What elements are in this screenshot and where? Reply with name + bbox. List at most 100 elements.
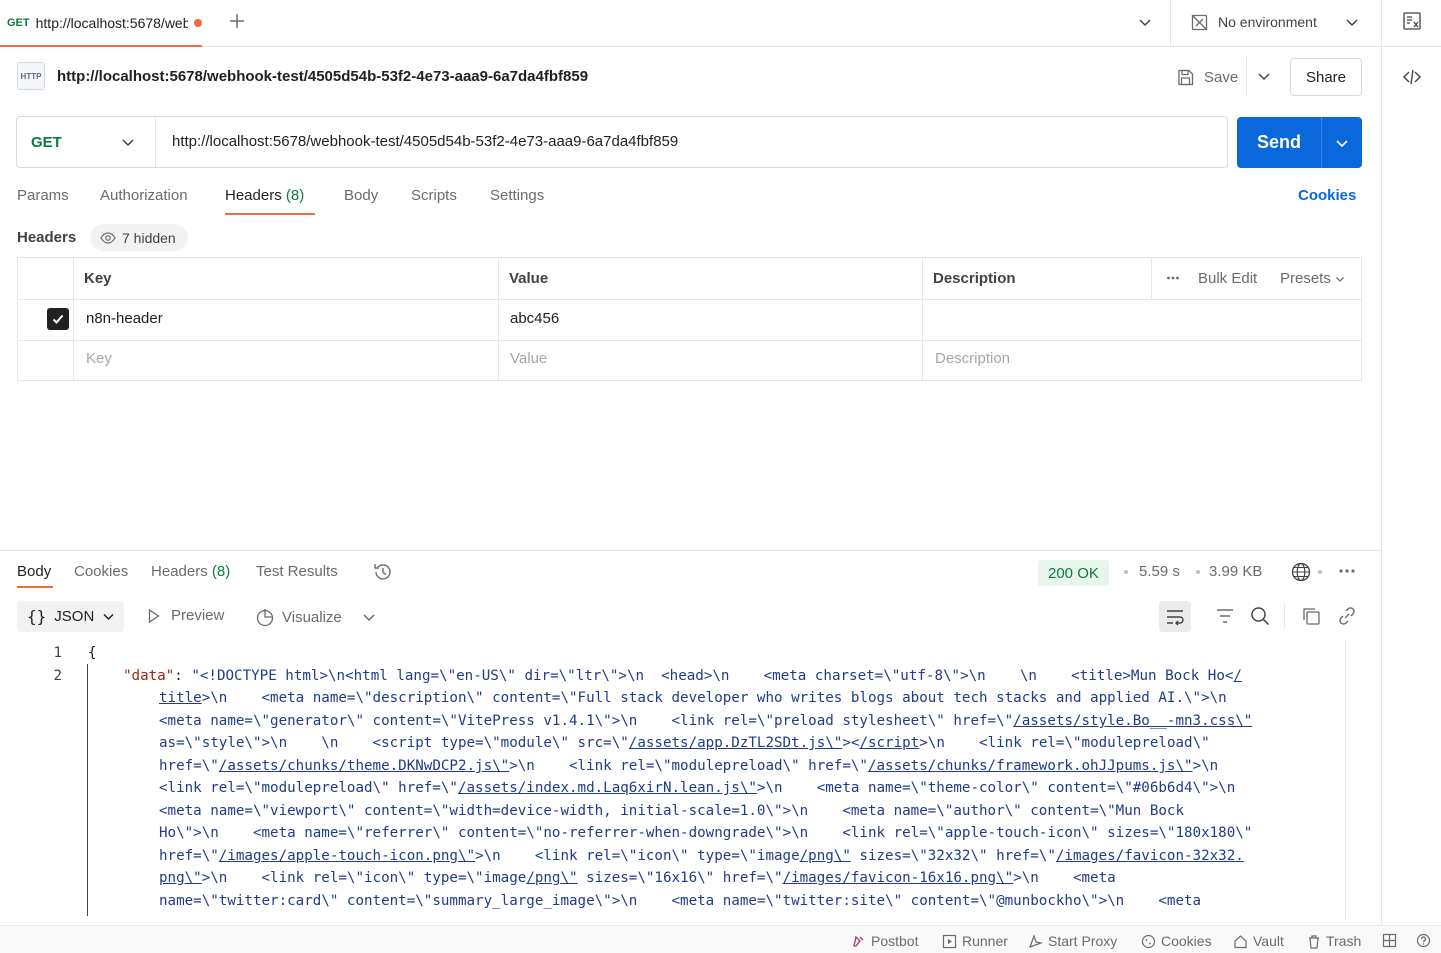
hidden-headers-toggle[interactable]: 7 hidden [90, 224, 188, 251]
runner-button[interactable]: Runner [942, 933, 1008, 949]
preview-button[interactable]: Preview [147, 607, 224, 624]
visualize-options-chevron-icon[interactable] [362, 610, 376, 624]
tab-headers[interactable]: Headers (8) [225, 187, 304, 204]
json-link[interactable]: title [159, 690, 202, 706]
column-header-description: Description [933, 270, 1016, 287]
tab-headers-label: Headers [225, 187, 282, 204]
json-link[interactable]: /images/favicon-16x16.png\" [783, 870, 1014, 886]
column-divider [922, 258, 923, 380]
save-button[interactable]: Save [1176, 66, 1238, 88]
json-link[interactable]: /png\" [526, 870, 577, 886]
code-line: <link rel=\"modulepreload\" href=\"/asse… [159, 780, 1235, 796]
row-divider [18, 340, 1361, 341]
code-snippet-icon[interactable] [1402, 67, 1422, 87]
tab-headers-count: (8) [285, 187, 305, 204]
response-tab-body[interactable]: Body [17, 563, 51, 580]
start-proxy-button[interactable]: Start Proxy [1028, 933, 1117, 949]
more-options-icon[interactable] [1338, 564, 1356, 578]
environment-quick-look-icon[interactable] [1402, 11, 1422, 31]
cookies-button[interactable]: Cookies [1141, 933, 1212, 949]
tab-authorization[interactable]: Authorization [100, 187, 188, 204]
status-badge[interactable]: 200 OK [1038, 560, 1109, 586]
tab-body[interactable]: Body [344, 187, 378, 204]
trash-label: Trash [1326, 933, 1362, 949]
json-string: "<!DOCTYPE html>\n<html lang=\"en-US\" d… [191, 668, 1234, 684]
json-link[interactable]: /png\" [800, 848, 851, 864]
json-link[interactable]: /assets/chunks/framework.ohJJpums.js\" [868, 758, 1193, 774]
json-link[interactable]: png\" [159, 870, 202, 886]
header-enabled-checkbox[interactable] [47, 308, 69, 330]
visualize-label: Visualize [282, 608, 342, 626]
filter-icon[interactable] [1215, 607, 1235, 625]
response-headers-label: Headers [151, 563, 208, 580]
more-options-icon[interactable] [1166, 270, 1180, 286]
json-string: >\n <meta name=\"description\" content=\… [201, 690, 1227, 706]
code-line: href=\"/assets/chunks/theme.DKNwDCP2.js\… [159, 758, 1218, 774]
json-string: sizes=\"16x16\" href=\" [577, 870, 783, 886]
new-description-input[interactable]: Description [935, 350, 1010, 367]
json-link[interactable]: /images/apple-touch-icon.png\" [219, 848, 475, 864]
request-title[interactable]: http://localhost:5678/webhook-test/4505d… [57, 68, 588, 85]
json-link[interactable]: /assets/chunks/theme.DKNwDCP2.js\" [219, 758, 509, 774]
json-string: <link rel=\"modulepreload\" href=\" [159, 780, 458, 796]
vault-label: Vault [1253, 933, 1284, 949]
json-string: <meta name=\"generator\" content=\"ViteP… [159, 713, 1014, 729]
new-key-input[interactable]: Key [86, 350, 112, 367]
send-button-group: Send [1237, 117, 1362, 168]
format-select[interactable]: {} JSON [17, 601, 124, 632]
help-icon[interactable] [1416, 933, 1436, 949]
vault-button[interactable]: Vault [1233, 933, 1284, 949]
send-button[interactable]: Send [1237, 117, 1322, 168]
save-options-chevron-icon[interactable] [1256, 68, 1272, 84]
tabs-dropdown-chevron-icon[interactable] [1137, 14, 1153, 30]
json-link[interactable]: /assets/index.md.Laq6xirN.lean.js\" [458, 780, 757, 796]
code-scrollbar[interactable] [1345, 640, 1346, 918]
link-icon[interactable] [1337, 606, 1357, 626]
tab-params[interactable]: Params [17, 187, 69, 204]
layout-toggle-icon[interactable] [1382, 933, 1402, 949]
header-value-cell[interactable]: abc456 [510, 310, 559, 327]
new-tab-plus-icon[interactable] [228, 12, 246, 30]
postbot-button[interactable]: Postbot [851, 933, 918, 949]
trash-button[interactable]: Trash [1307, 933, 1361, 949]
tab-scripts[interactable]: Scripts [411, 187, 457, 204]
presets-dropdown[interactable]: Presets [1280, 270, 1345, 287]
response-tab-headers[interactable]: Headers (8) [151, 563, 230, 580]
response-tab-cookies[interactable]: Cookies [74, 563, 128, 580]
url-input[interactable]: http://localhost:5678/webhook-test/4505d… [172, 133, 678, 150]
response-size[interactable]: 3.99 KB [1209, 563, 1262, 580]
send-options-chevron-icon[interactable] [1322, 117, 1362, 168]
request-tab[interactable]: GET http://localhost:5678/webhook-test/4… [0, 0, 202, 47]
headers-table: Key Value Description Bulk Edit Presets … [17, 257, 1362, 381]
history-icon[interactable] [372, 561, 394, 583]
share-button[interactable]: Share [1290, 58, 1362, 96]
response-body-code[interactable]: 1 2 { "data": "<!DOCTYPE html>\n<html la… [0, 640, 1345, 918]
copy-icon[interactable] [1301, 606, 1321, 626]
json-link[interactable]: /assets/app.DzTL2SDt.js\" [629, 735, 843, 751]
response-pane-divider[interactable] [0, 550, 1381, 551]
cookies-link[interactable]: Cookies [1298, 187, 1356, 204]
line-number: 1 [53, 645, 62, 661]
response-time[interactable]: 5.59 s [1139, 563, 1180, 580]
bulk-edit-button[interactable]: Bulk Edit [1198, 270, 1257, 287]
code-line: <meta name=\"generator\" content=\"ViteP… [159, 713, 1252, 729]
search-icon[interactable] [1250, 606, 1270, 626]
environment-selector[interactable]: No environment [1190, 10, 1359, 34]
wrap-lines-icon[interactable] [1159, 601, 1191, 632]
globe-icon[interactable] [1290, 561, 1312, 583]
response-tab-test-results[interactable]: Test Results [256, 563, 338, 580]
method-select[interactable]: GET [17, 117, 156, 167]
json-link[interactable]: /script [859, 735, 919, 751]
code-line: name=\"twitter:card\" content=\"summary_… [159, 893, 1201, 909]
new-value-input[interactable]: Value [510, 350, 547, 367]
json-string: >\n [1192, 758, 1219, 774]
json-string: <meta name=\"viewport\" content=\"width=… [159, 803, 1184, 819]
json-link[interactable]: / [1233, 668, 1242, 684]
json-link[interactable]: /images/favicon-32x32. [1056, 848, 1244, 864]
braces-icon: {} [27, 607, 47, 626]
visualize-button[interactable]: Visualize [255, 607, 342, 627]
json-link[interactable]: /assets/style.Bo__-mn3.css\" [1013, 713, 1252, 729]
tab-settings[interactable]: Settings [490, 187, 544, 204]
header-key-cell[interactable]: n8n-header [86, 310, 163, 327]
play-icon [147, 608, 161, 624]
